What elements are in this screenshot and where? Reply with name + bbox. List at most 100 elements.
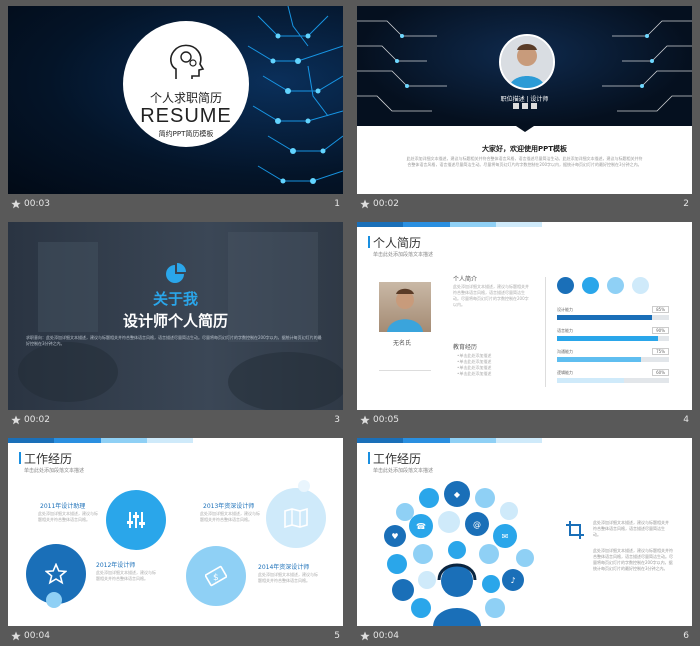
title-accent <box>368 236 370 248</box>
title-cn: 个人求职简历 <box>149 91 222 105</box>
pie-chart-icon <box>166 263 186 283</box>
skill-track <box>557 315 669 320</box>
slide-timing: 00:02 <box>373 199 399 209</box>
skill-track <box>557 357 669 362</box>
paragraph: 此处添加详细文本描述，建议与标题相关并符合整体语言风格，语言描述尽量简洁生动。此… <box>406 156 643 167</box>
svg-text:✉: ✉ <box>502 532 509 541</box>
timeline-label: 2013年资深设计师 <box>203 503 255 510</box>
skill-track <box>557 378 669 383</box>
slide-footer: 00:04 5 <box>8 626 343 646</box>
transition-star-icon <box>11 631 21 641</box>
money-icon: $ <box>205 565 227 587</box>
list-item: •单击此处添加描述 <box>457 371 492 376</box>
slide-thumb-2[interactable]: 职位描述 | 设计师 大家好，欢迎使用PPT模板 此处添加详细文本描述，建议与标… <box>357 6 692 214</box>
slide-number: 4 <box>683 415 689 425</box>
slide-thumb-5[interactable]: 工作经历 单击此处添加段落文本描述 $ 2011年设计助理 此处添加详细文本描述… <box>8 438 343 646</box>
support-agent-icon <box>433 563 481 626</box>
skill-fill <box>557 315 653 320</box>
skill-bar-row: 沟通能力 75% <box>557 348 669 362</box>
slide-title: 工作经历 <box>373 452 422 466</box>
role-text: 职位描述 | 设计师 <box>500 96 549 103</box>
subtitle: 简约PPT简历模板 <box>158 130 214 138</box>
skill-bar-row: 语言能力 90% <box>557 327 669 341</box>
transition-star-icon <box>360 415 370 425</box>
divider <box>545 277 546 387</box>
slide-subtitle: 单击此处添加段落文本描述 <box>373 252 434 258</box>
slide-title: 个人简历 <box>373 236 422 250</box>
slide-preview: 职位描述 | 设计师 大家好，欢迎使用PPT模板 此处添加详细文本描述，建议与标… <box>357 6 692 194</box>
profile-name: 无名氏 <box>393 340 412 347</box>
skill-fill <box>557 357 641 362</box>
slide-preview: 个人求职简历 RESUME 简约PPT简历模板 <box>8 6 343 194</box>
education-title: 教育经历 <box>453 344 478 351</box>
slide-timing: 00:03 <box>24 199 50 209</box>
personal-info-icons <box>379 370 431 383</box>
slide-preview: 工作经历 单击此处添加段落文本描述 ◆ @ ✉ ♥ ☎ ♪ 此处添加详细文本描述… <box>357 438 692 626</box>
title-circle: 个人求职简历 RESUME 简约PPT简历模板 <box>123 21 249 147</box>
greeting: 大家好，欢迎使用PPT模板 <box>481 145 568 153</box>
heading-resume: 设计师个人简历 <box>122 312 228 330</box>
skill-percent: 75% <box>652 348 669 355</box>
title-accent <box>19 452 21 464</box>
slide-thumb-1[interactable]: 个人求职简历 RESUME 简约PPT简历模板 00:03 1 <box>8 6 343 214</box>
location-icon <box>530 103 537 109</box>
person-photo-icon <box>387 288 423 332</box>
text-block-1: 此处添加详细文本描述，建议与标题相关并符合整体语言风格，语言描述尽量简洁生动。 <box>593 520 669 537</box>
skill-percent: 60% <box>652 369 669 376</box>
skill-fill <box>557 336 658 341</box>
slide-preview: 工作经历 单击此处添加段落文本描述 $ 2011年设计助理 此处添加详细文本描述… <box>8 438 343 626</box>
slide-footer: 00:02 2 <box>357 194 692 214</box>
slide-thumb-4[interactable]: 个人简历 单击此处添加段落文本描述 个人简介 此处添加详细文本描述，建议与标题相… <box>357 222 692 430</box>
timeline-text: 此处添加详细文本描述，建议与标题相关并符合整体语言风格。 <box>258 572 318 583</box>
heading-about-me: 关于我 <box>152 290 198 308</box>
pencil-icon <box>582 277 599 294</box>
star-outline-icon <box>45 563 67 585</box>
slide-footer: 00:03 1 <box>8 194 343 214</box>
slide-number: 1 <box>334 199 340 209</box>
skill-percent: 85% <box>652 306 669 313</box>
slide-thumb-3[interactable]: 关于我 设计师个人简历 求职意向：此处添加详细文本描述，建议与标题相关并符合整体… <box>8 222 343 430</box>
slide-number: 2 <box>683 199 689 209</box>
header-background: 职位描述 | 设计师 <box>357 6 692 126</box>
intro-title: 个人简介 <box>453 276 478 283</box>
transition-star-icon <box>11 415 21 425</box>
text-block-2: 此处添加详细文本描述，建议与标题相关并符合整体语言风格，语言描述尽量简洁生动。尽… <box>593 548 673 571</box>
timeline-label: 2014年资深设计师 <box>258 564 310 571</box>
intro-text: 此处添加详细文本描述，建议与标题相关并符合整体语言风格，语言描述尽量简洁生动。尽… <box>453 284 529 307</box>
description: 求职意向：此处添加详细文本描述，建议与标题相关并符合整体语言风格，语言描述尽量简… <box>26 335 322 346</box>
crop-icon <box>566 521 584 539</box>
person-photo-icon <box>501 36 553 88</box>
slide-number: 5 <box>334 631 340 641</box>
title-en: RESUME <box>140 105 232 127</box>
title-accent <box>368 452 370 464</box>
box-icon <box>632 277 649 294</box>
avatar <box>499 34 555 90</box>
slide-title: 工作经历 <box>24 452 73 466</box>
svg-text:☎: ☎ <box>416 522 426 531</box>
slide-timing: 00:02 <box>24 415 50 425</box>
ticket-icon <box>607 277 624 294</box>
timeline-text: 此处添加详细文本描述，建议与标题相关并符合整体语言风格。 <box>38 511 98 522</box>
svg-text:@: @ <box>473 520 481 529</box>
header-color-bars <box>8 438 193 443</box>
transition-star-icon <box>360 631 370 641</box>
equalizer-icon <box>127 512 145 528</box>
timeline-text: 此处添加详细文本描述，建议与标题相关并符合整体语言风格。 <box>200 511 260 522</box>
skill-icons <box>557 277 649 294</box>
slide-thumb-6[interactable]: 工作经历 单击此处添加段落文本描述 ◆ @ ✉ ♥ ☎ ♪ 此处添加详细文本描述… <box>357 438 692 646</box>
skill-fill <box>557 378 625 383</box>
skill-bar-row: 逻辑能力 60% <box>557 369 669 383</box>
timeline-label: 2012年设计师 <box>96 562 136 569</box>
slide-number: 3 <box>334 415 340 425</box>
small-dot <box>46 592 62 608</box>
slide-timing: 00:05 <box>373 415 399 425</box>
slide-subtitle: 单击此处添加段落文本描述 <box>24 468 85 474</box>
head-gear-icon <box>170 44 205 79</box>
target-icon <box>557 277 574 294</box>
timeline-text: 此处添加详细文本描述，建议与标题相关并符合整体语言风格。 <box>96 570 156 581</box>
pointer-notch <box>513 124 537 132</box>
header-color-bars <box>357 438 542 443</box>
phone-icon <box>512 103 519 109</box>
skill-percent: 90% <box>652 327 669 334</box>
slide-footer: 00:02 3 <box>8 410 343 430</box>
